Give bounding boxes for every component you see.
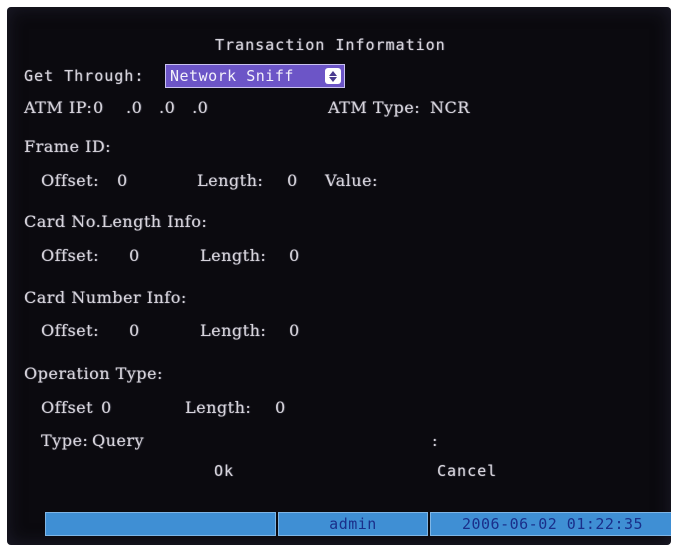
status-bar-user: admin [329,515,377,533]
card-no-length-length-label: Length: [200,246,267,265]
status-bar-datetime: 2006-06-02 01:22:35 [461,515,644,533]
frame-id-length-field[interactable]: 0 [287,171,298,191]
frame-id-heading: Frame ID: [24,137,112,156]
card-number-offset-label: Offset: [41,321,99,340]
card-number-offset-field[interactable]: 0 [129,321,140,341]
frame-id-offset-field[interactable]: 0 [117,171,128,191]
frame-id-length-label: Length: [197,171,264,190]
page: Transaction Information Get Through: Net… [0,0,678,551]
card-no-length-heading: Card No.Length Info: [24,212,208,231]
frame-id-value-label: Value: [325,171,378,190]
operation-type-colon: : [432,431,438,450]
operation-type-length-field[interactable]: 0 [275,398,286,418]
operation-type-heading: Operation Type: [24,364,163,383]
frame-id-offset-label: Offset: [41,171,99,190]
card-no-length-offset-label: Offset: [41,246,99,265]
card-number-heading: Card Number Info: [24,288,187,307]
atm-ip-label: ATM IP: [24,98,93,117]
card-no-length-offset-field[interactable]: 0 [129,246,140,266]
atm-type-select[interactable]: NCR [430,98,470,118]
status-bar: admin 2006-06-02 01:22:35 [45,512,671,536]
operation-type-length-label: Length: [185,398,252,417]
cancel-button[interactable]: Cancel [437,461,497,481]
operation-type-offset-field[interactable]: 0 [101,398,112,418]
get-through-select[interactable]: Network Sniff [165,64,345,88]
get-through-label: Get Through: [24,67,145,85]
status-bar-datetime-segment: 2006-06-02 01:22:35 [430,512,671,536]
dvr-screen: Transaction Information Get Through: Net… [7,7,671,545]
get-through-value: Network Sniff [170,67,294,85]
status-bar-blank-segment [45,512,276,536]
up-down-arrow-icon[interactable] [325,68,341,84]
dialog-title: Transaction Information [215,36,446,54]
status-bar-user-segment: admin [278,512,428,536]
card-number-length-label: Length: [200,321,267,340]
operation-type-offset-label: Offset [41,398,94,417]
card-no-length-length-field[interactable]: 0 [289,246,300,266]
atm-type-label: ATM Type: [328,98,421,117]
card-number-length-field[interactable]: 0 [289,321,300,341]
ok-button[interactable]: Ok [214,461,234,481]
atm-ip-field[interactable]: 0 .0 .0 .0 [93,98,208,118]
operation-type-type-label: Type: [41,431,89,450]
operation-type-type-select[interactable]: Query [92,431,144,451]
